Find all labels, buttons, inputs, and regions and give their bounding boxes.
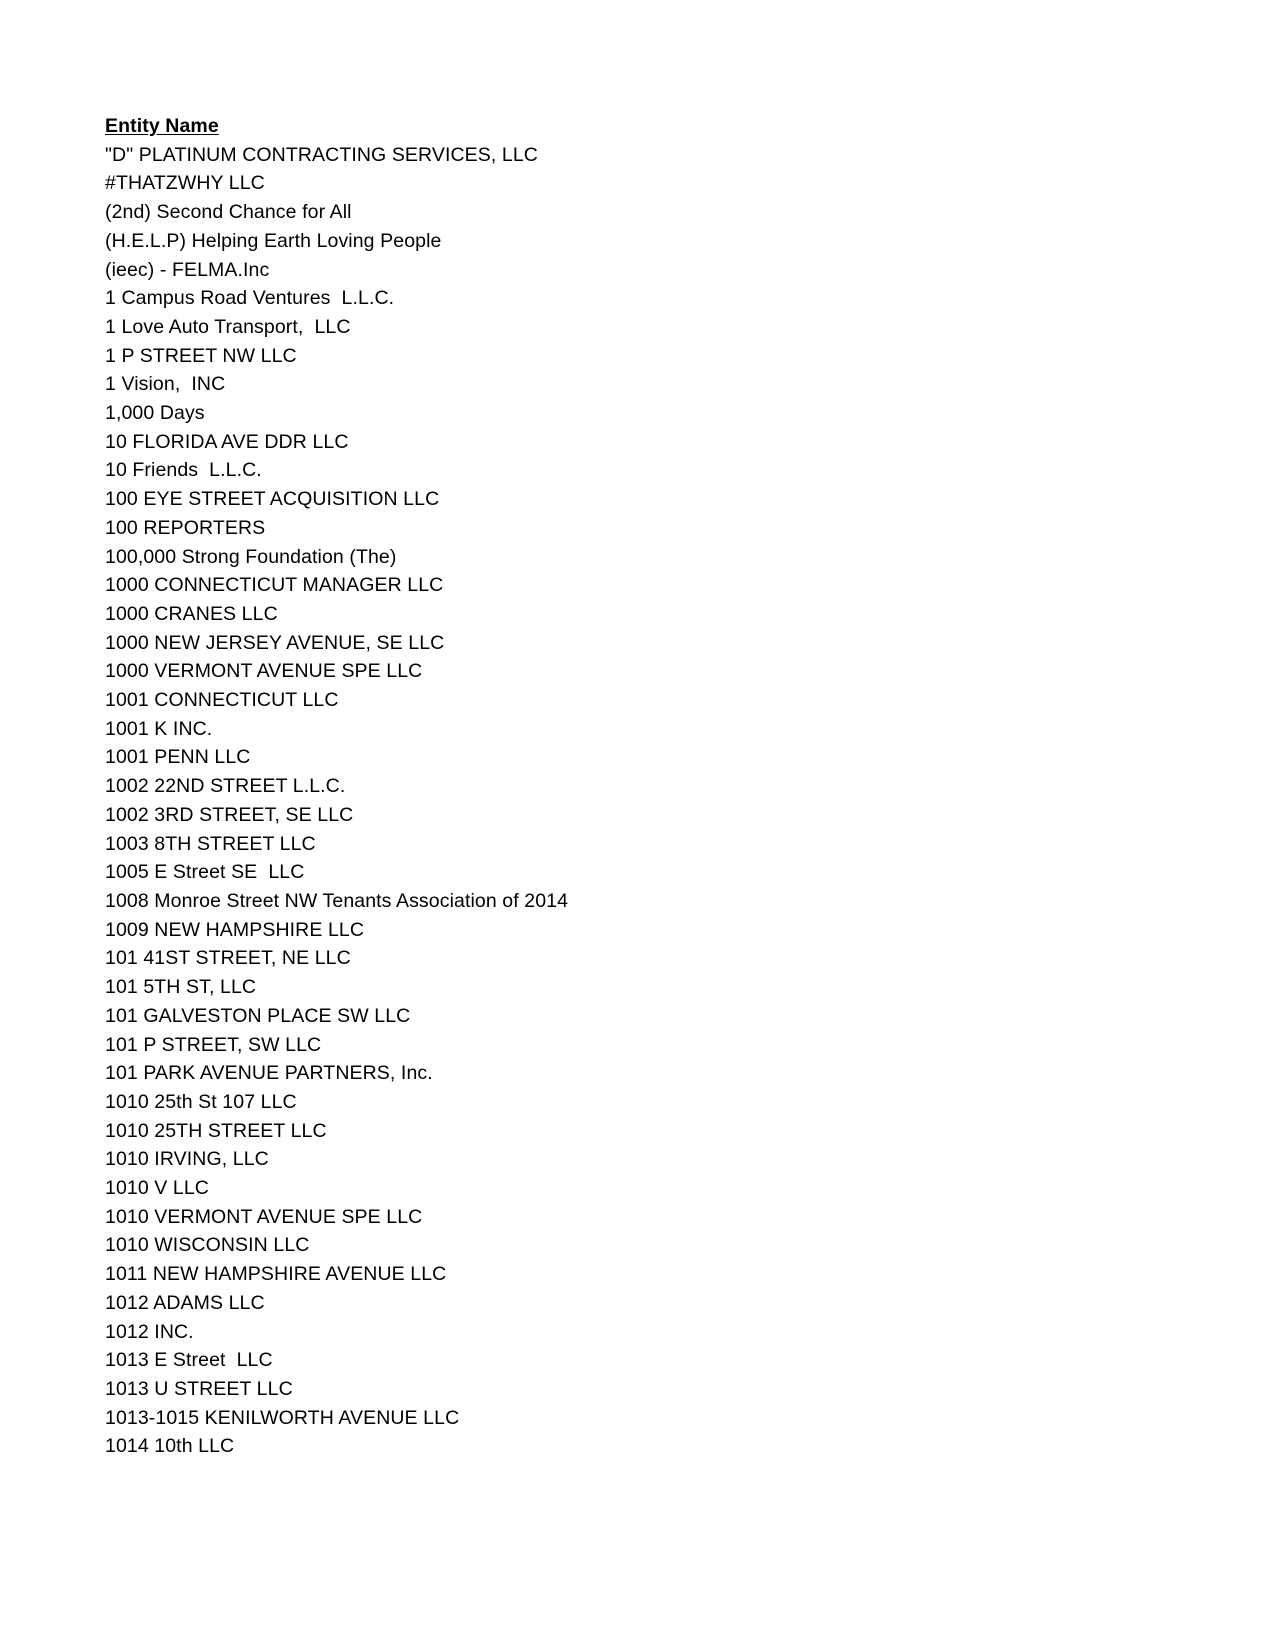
entity-name-list: Entity Name "D" PLATINUM CONTRACTING SER…: [105, 112, 1275, 1461]
entity-row: 1002 3RD STREET, SE LLC: [105, 803, 354, 826]
entity-row: 1 P STREET NW LLC: [105, 344, 297, 367]
document-page: Entity Name "D" PLATINUM CONTRACTING SER…: [0, 0, 1275, 1650]
entity-row: 10 Friends L.L.C.: [105, 459, 262, 482]
entity-row: 1013 E Street LLC: [105, 1349, 273, 1372]
entity-row: 1014 10th LLC: [105, 1435, 235, 1458]
entity-row: #THATZWHY LLC: [105, 172, 265, 195]
entity-row: 101 5TH ST, LLC: [105, 976, 257, 999]
entity-row: 1010 VERMONT AVENUE SPE LLC: [105, 1205, 423, 1228]
entity-row: 10 FLORIDA AVE DDR LLC: [105, 430, 349, 453]
entity-row: 1000 NEW JERSEY AVENUE, SE LLC: [105, 631, 445, 654]
column-header-entity-name: Entity Name: [105, 115, 219, 137]
entity-row: 101 GALVESTON PLACE SW LLC: [105, 1004, 411, 1027]
entity-row: 1013 U STREET LLC: [105, 1377, 293, 1400]
entity-row: 101 P STREET, SW LLC: [105, 1033, 322, 1056]
entity-row: 1001 CONNECTICUT LLC: [105, 689, 339, 712]
entity-row: 1013-1015 KENILWORTH AVENUE LLC: [105, 1406, 460, 1429]
entity-row: 1012 ADAMS LLC: [105, 1291, 265, 1314]
entity-row: 101 PARK AVENUE PARTNERS, Inc.: [105, 1062, 433, 1085]
entity-row: 1010 25th St 107 LLC: [105, 1090, 297, 1113]
entity-row: 1010 IRVING, LLC: [105, 1148, 269, 1171]
entity-row: 1010 V LLC: [105, 1177, 209, 1200]
entity-row: 1012 INC.: [105, 1320, 194, 1343]
entity-row: (2nd) Second Chance for All: [105, 201, 352, 224]
entity-row: 1000 CONNECTICUT MANAGER LLC: [105, 574, 444, 597]
entity-rows-container: "D" PLATINUM CONTRACTING SERVICES, LLC #T…: [105, 141, 1275, 1461]
entity-row: "D" PLATINUM CONTRACTING SERVICES, LLC: [105, 143, 538, 166]
entity-row: 1010 WISCONSIN LLC: [105, 1234, 310, 1257]
entity-row: 100 REPORTERS: [105, 516, 266, 539]
entity-row: 1008 Monroe Street NW Tenants Associatio…: [105, 889, 569, 912]
entity-row: 1010 25TH STREET LLC: [105, 1119, 327, 1142]
entity-row: 1009 NEW HAMPSHIRE LLC: [105, 918, 365, 941]
entity-row: 101 41ST STREET, NE LLC: [105, 947, 351, 970]
entity-row: 1011 NEW HAMPSHIRE AVENUE LLC: [105, 1263, 447, 1286]
entity-row: 1005 E Street SE LLC: [105, 861, 305, 884]
entity-row: 1003 8TH STREET LLC: [105, 832, 316, 855]
entity-row: 100,000 Strong Foundation (The): [105, 545, 397, 568]
entity-row: 1001 K INC.: [105, 717, 213, 740]
entity-row: 1 Vision, INC: [105, 373, 226, 396]
entity-row: 1001 PENN LLC: [105, 746, 251, 769]
entity-row: 1002 22ND STREET L.L.C.: [105, 775, 346, 798]
entity-row: 1000 VERMONT AVENUE SPE LLC: [105, 660, 423, 683]
entity-row: 1 Love Auto Transport, LLC: [105, 315, 351, 338]
entity-row: 100 EYE STREET ACQUISITION LLC: [105, 488, 440, 511]
entity-row: 1,000 Days: [105, 402, 205, 425]
entity-row: 1 Campus Road Ventures L.L.C.: [105, 287, 395, 310]
entity-row: 1000 CRANES LLC: [105, 602, 278, 625]
entity-row: (ieec) - FELMA.Inc: [105, 258, 270, 281]
entity-row: (H.E.L.P) Helping Earth Loving People: [105, 229, 442, 252]
